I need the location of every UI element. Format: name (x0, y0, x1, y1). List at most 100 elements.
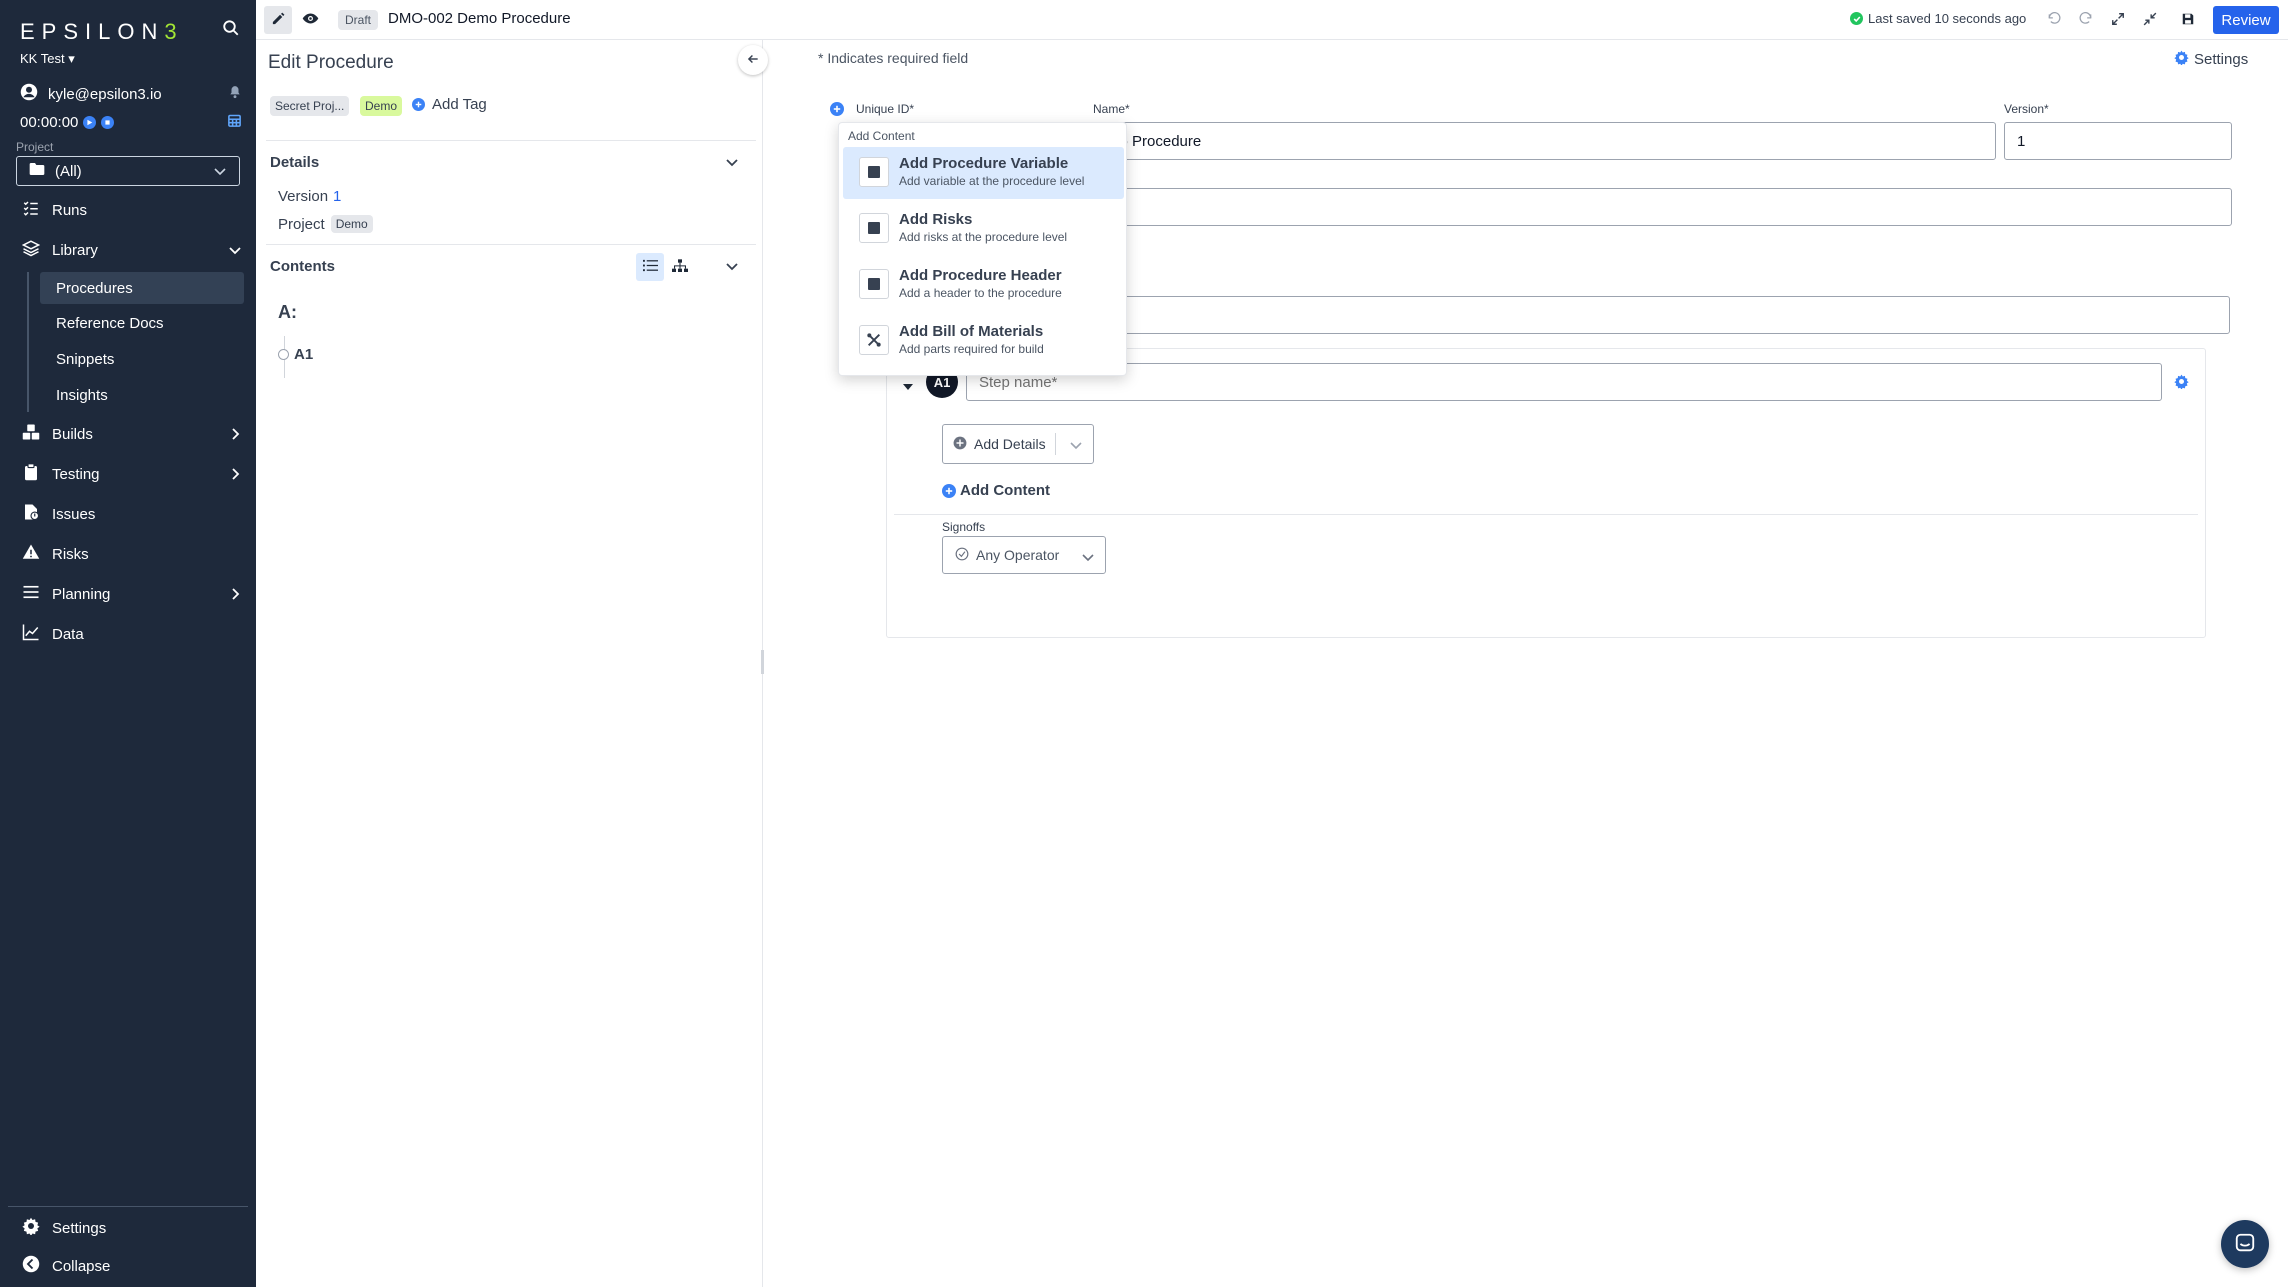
bell-icon[interactable] (228, 85, 242, 103)
contents-step-a1[interactable]: A1 (294, 346, 313, 363)
save-icon (2181, 12, 2195, 29)
sidebar-item-snippets[interactable]: Snippets (40, 343, 244, 375)
edit-panel: Edit Procedure Secret Proj... Demo Add T… (256, 40, 768, 1287)
nav-risks[interactable]: Risks (0, 536, 256, 572)
eye-icon (302, 12, 319, 28)
save-button[interactable] (2174, 6, 2202, 34)
edit-panel-title: Edit Procedure (268, 52, 394, 73)
nav-settings-label: Settings (52, 1219, 107, 1237)
user-icon (20, 83, 38, 105)
play-icon[interactable] (83, 115, 97, 129)
description-textarea[interactable] (1094, 188, 2232, 226)
settings-button[interactable]: Settings (2174, 50, 2248, 69)
contents-section-title[interactable]: Contents (270, 258, 335, 275)
sidebar-item-procedures[interactable]: Procedures (40, 272, 244, 304)
check-circle-icon (1850, 12, 1863, 25)
nav-library[interactable]: Library (0, 232, 256, 268)
nav-testing[interactable]: Testing (0, 456, 256, 492)
menu-item-add-bill-of-materials[interactable]: Add Bill of Materials Add parts required… (843, 315, 1124, 367)
project-label: Project (278, 215, 325, 233)
details-version: Version 1 (278, 188, 341, 205)
tag-secret-project[interactable]: Secret Proj... (270, 96, 350, 116)
variable-icon (859, 157, 889, 187)
undo-button[interactable] (2040, 6, 2068, 34)
review-button[interactable]: Review (2213, 6, 2279, 34)
page-title: DMO-002 Demo Procedure (388, 10, 571, 27)
preview-button[interactable] (296, 6, 324, 34)
nav-collapse[interactable]: Collapse (0, 1248, 256, 1284)
details-section-title[interactable]: Details (270, 154, 319, 171)
unique-id-label: Unique ID* (856, 102, 915, 116)
plus-circle-icon (942, 483, 956, 498)
step-settings-icon[interactable] (2174, 374, 2189, 392)
nav-settings[interactable]: Settings (0, 1210, 256, 1246)
tag-demo[interactable]: Demo (360, 96, 403, 116)
add-content-top-button[interactable] (830, 102, 844, 116)
add-tag-button[interactable]: Add Tag (412, 96, 487, 113)
step-name-input[interactable] (966, 363, 2162, 401)
chevron-down-icon[interactable] (724, 260, 740, 277)
required-field-note: * Indicates required field (818, 50, 969, 66)
epsilon-logo[interactable]: EPSILON3 (20, 19, 184, 45)
contents-section-a[interactable]: A: (278, 302, 297, 323)
subnav-line (27, 272, 29, 412)
menu-item-subtitle: Add parts required for build (899, 342, 1044, 356)
redo-icon (2079, 11, 2093, 29)
plus-circle-icon (953, 436, 967, 453)
nav-builds-label: Builds (52, 425, 93, 443)
org-switcher[interactable]: KK Test ▾ (20, 51, 75, 67)
gear-icon (22, 1217, 40, 1239)
chat-icon (2234, 1232, 2256, 1257)
add-content-menu: Add Content Add Procedure Variable Add v… (838, 122, 1127, 376)
calendar-icon[interactable] (227, 113, 242, 132)
search-icon[interactable] (222, 19, 242, 39)
chevron-down-icon (213, 163, 227, 180)
add-content-button[interactable]: Add Content (942, 482, 1050, 499)
user-menu[interactable]: kyle@epsilon3.io (20, 83, 242, 105)
top-bar: Draft DMO-002 Demo Procedure Last saved … (256, 0, 2288, 40)
chevron-right-icon (228, 587, 242, 605)
menu-item-add-procedure-variable[interactable]: Add Procedure Variable Add variable at t… (843, 147, 1124, 199)
menu-item-add-risks[interactable]: Add Risks Add risks at the procedure lev… (843, 203, 1124, 255)
chevron-down-icon[interactable] (1069, 437, 1083, 453)
sidebar-item-reference-docs[interactable]: Reference Docs (40, 307, 244, 339)
menu-item-subtitle: Add variable at the procedure level (899, 174, 1085, 188)
menu-icon (22, 583, 40, 605)
tools-icon (859, 325, 889, 355)
nav-issues[interactable]: Issues (0, 496, 256, 532)
nav-data-label: Data (52, 625, 84, 643)
section-name-input[interactable] (1094, 296, 2230, 334)
expand-button[interactable] (2104, 6, 2132, 34)
header-icon (859, 269, 889, 299)
version-input[interactable]: 1 (2004, 122, 2232, 160)
issues-icon (22, 503, 40, 525)
shrink-button[interactable] (2136, 6, 2164, 34)
nav-data[interactable]: Data (0, 616, 256, 652)
project-select[interactable]: (All) (16, 156, 240, 186)
nav-builds[interactable]: Builds (0, 416, 256, 452)
chevron-down-icon (1081, 549, 1095, 565)
signoffs-label: Signoffs (942, 520, 986, 534)
menu-item-add-procedure-header[interactable]: Add Procedure Header Add a header to the… (843, 259, 1124, 311)
tree-view-button[interactable] (666, 253, 694, 281)
project-label: Project (16, 140, 54, 154)
nav-library-label: Library (52, 241, 98, 259)
nav-runs[interactable]: Runs (0, 192, 256, 228)
add-details-button[interactable]: Add Details (942, 424, 1094, 464)
chevron-down-icon[interactable] (724, 156, 740, 173)
list-view-button[interactable] (636, 253, 664, 281)
edit-mode-button[interactable] (264, 6, 292, 34)
reset-icon[interactable] (101, 115, 115, 129)
chat-support-button[interactable] (2221, 1220, 2269, 1268)
nav-planning[interactable]: Planning (0, 576, 256, 612)
redo-button[interactable] (2072, 6, 2100, 34)
chevron-right-icon (228, 427, 242, 445)
caret-down-icon[interactable] (902, 378, 914, 394)
warning-icon (22, 543, 40, 565)
name-input[interactable]: mo Procedure (1094, 122, 1996, 160)
name-label: Name* (1093, 102, 1130, 116)
signoff-select[interactable]: Any Operator (942, 536, 1106, 574)
risk-icon (859, 213, 889, 243)
layers-icon (21, 239, 41, 261)
sidebar-item-insights[interactable]: Insights (40, 379, 244, 411)
